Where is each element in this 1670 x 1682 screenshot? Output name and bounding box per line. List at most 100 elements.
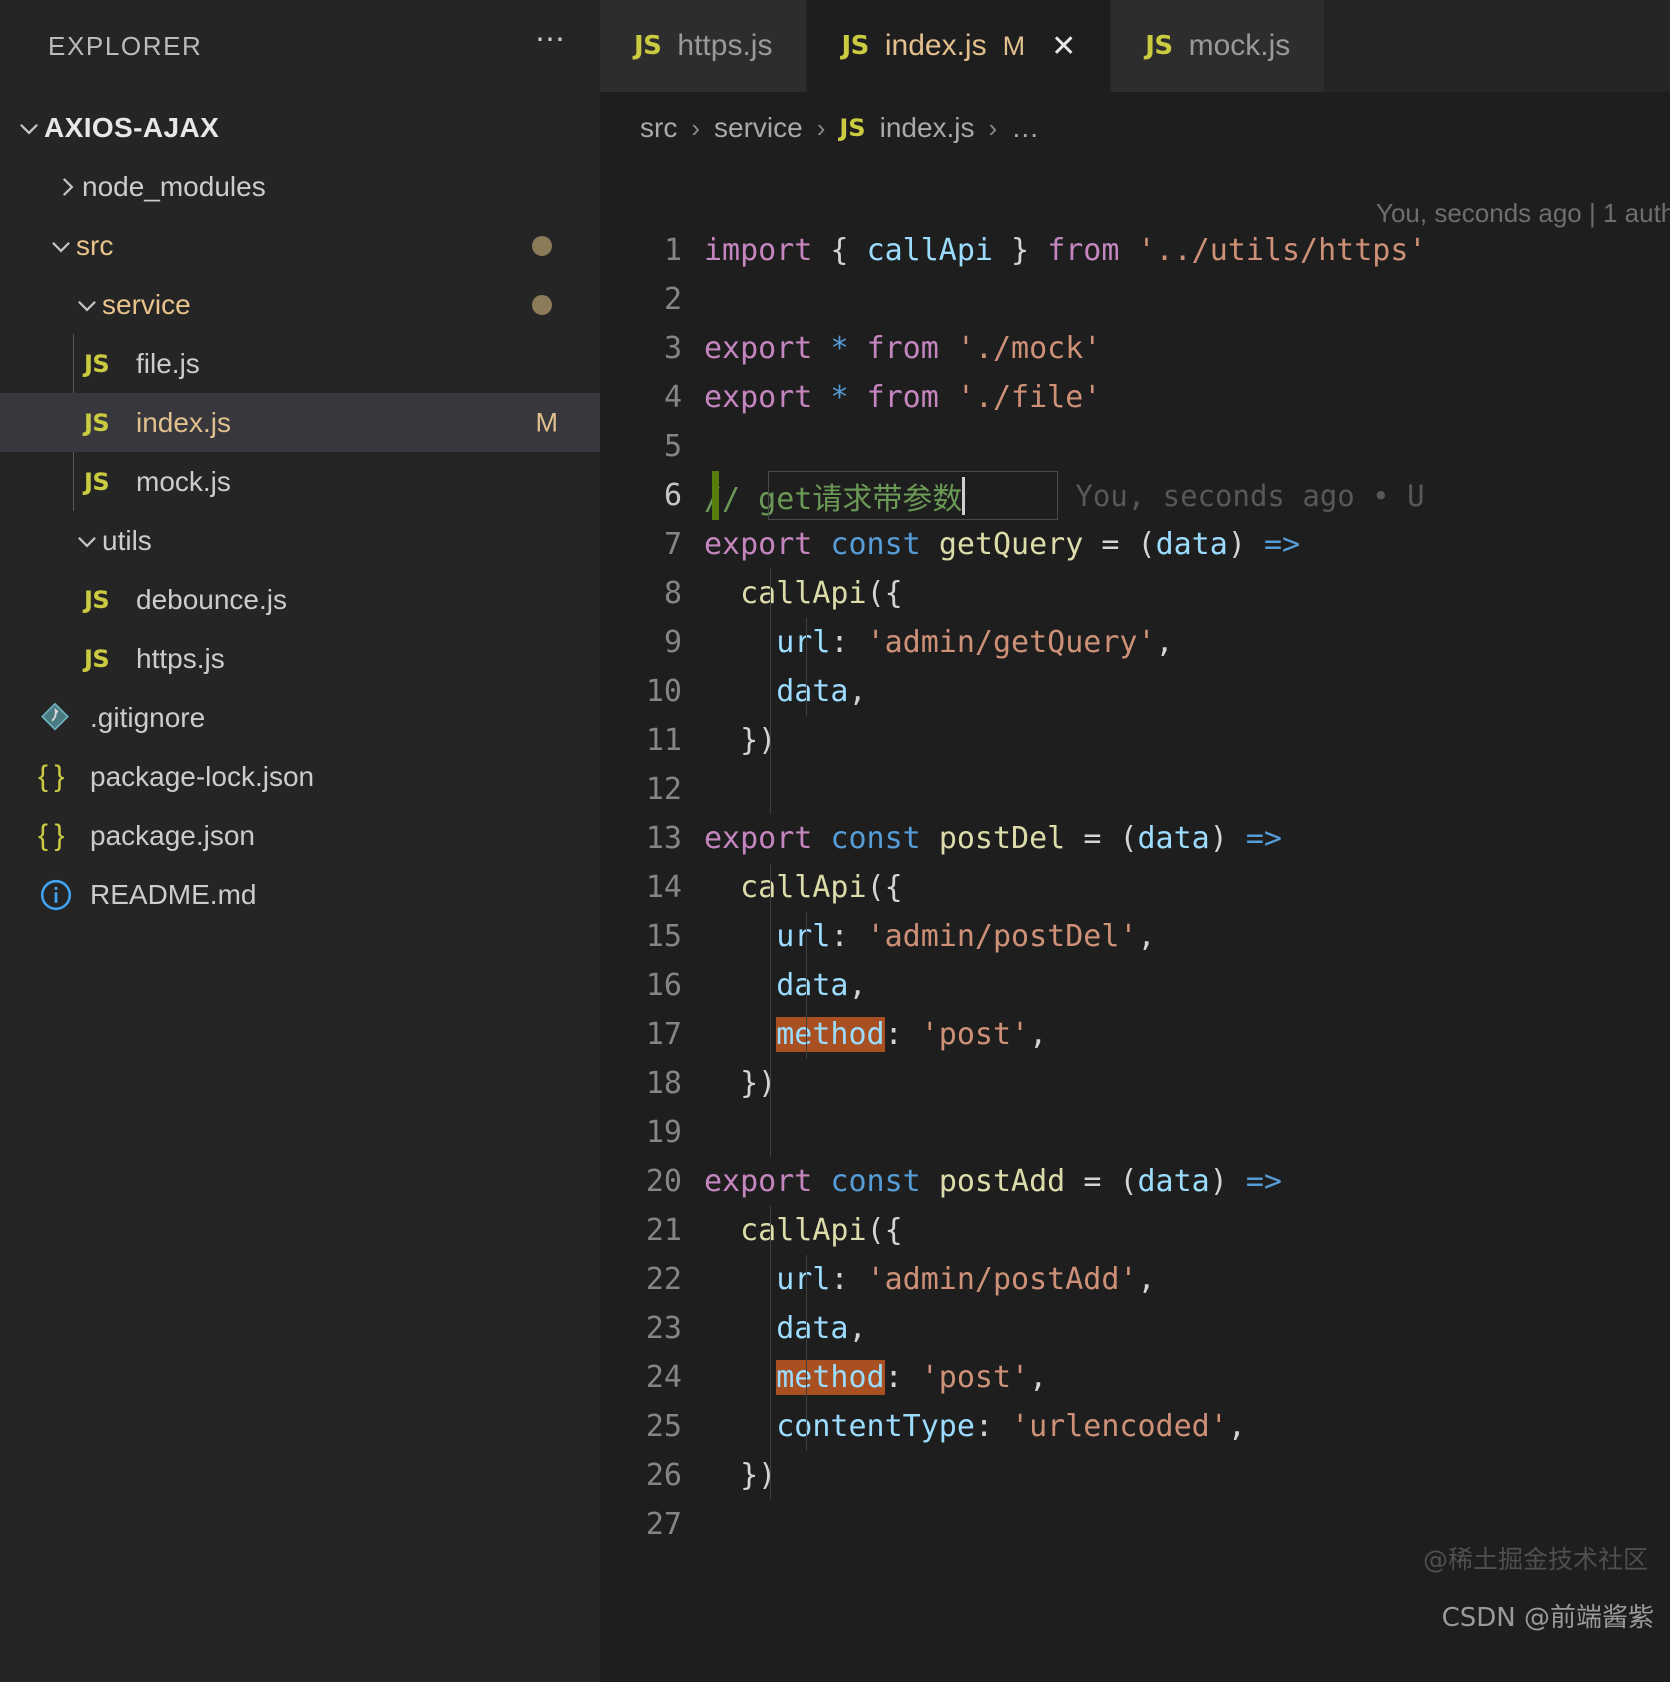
- service-children: JS file.js JS index.js M JS mock.js: [0, 334, 600, 511]
- chevron-down-icon[interactable]: [72, 292, 102, 318]
- line-content: callApi({: [740, 1213, 903, 1248]
- line-content: contentType: 'urlencoded',: [776, 1409, 1246, 1444]
- chevron-down-icon[interactable]: [72, 528, 102, 554]
- indent-guide: [806, 1402, 807, 1451]
- js-icon: JS: [84, 349, 110, 378]
- line-number: 24: [645, 1360, 682, 1395]
- chevron-down-icon[interactable]: [14, 115, 44, 141]
- tree-item-label: README.md: [90, 878, 257, 910]
- tree-item-gitignore[interactable]: .gitignore: [0, 688, 600, 747]
- close-icon[interactable]: ✕: [1051, 29, 1076, 64]
- indent-guide: [770, 765, 771, 814]
- code-line[interactable]: 20 export const postAdd = (data) =>: [600, 1157, 1670, 1206]
- search-match-highlight: method: [776, 1360, 885, 1395]
- chevron-down-icon[interactable]: [46, 233, 76, 259]
- code-line[interactable]: 5: [600, 422, 1670, 471]
- line-content: data,: [776, 1311, 867, 1346]
- code-line[interactable]: 1 import { callApi } from '../utils/http…: [600, 226, 1670, 275]
- code-line[interactable]: 4 export * from './file': [600, 373, 1670, 422]
- code-lines: 1 import { callApi } from '../utils/http…: [600, 226, 1670, 1549]
- indent-guide: [770, 912, 771, 961]
- code-line[interactable]: 17 method: 'post',: [600, 1010, 1670, 1059]
- code-line[interactable]: 19: [600, 1108, 1670, 1157]
- code-line[interactable]: 14 callApi({: [600, 863, 1670, 912]
- code-line[interactable]: 2: [600, 275, 1670, 324]
- indent-guide: [770, 1108, 771, 1157]
- line-number: 11: [645, 723, 682, 758]
- code-line[interactable]: 24 method: 'post',: [600, 1353, 1670, 1402]
- json-icon: { }: [38, 759, 64, 793]
- code-line[interactable]: 15 url: 'admin/postDel',: [600, 912, 1670, 961]
- ellipsis-icon[interactable]: ⋯: [535, 25, 568, 59]
- breadcrumb-item-symbols[interactable]: …: [1011, 112, 1039, 144]
- indent-guide: [770, 1402, 771, 1451]
- tree-item-mock-js[interactable]: JS mock.js: [0, 452, 600, 511]
- code-line[interactable]: 8 callApi({: [600, 569, 1670, 618]
- js-icon: JS: [634, 31, 662, 61]
- line-number: 26: [645, 1458, 682, 1493]
- tree-item-label: src: [76, 229, 114, 261]
- code-line[interactable]: 16 data,: [600, 961, 1670, 1010]
- code-line[interactable]: 9 url: 'admin/getQuery',: [600, 618, 1670, 667]
- tree-item-https-js[interactable]: JS https.js: [0, 629, 600, 688]
- code-line[interactable]: 11 }): [600, 716, 1670, 765]
- line-number: 22: [645, 1262, 682, 1297]
- line-number: 27: [645, 1507, 682, 1542]
- tree-item-service[interactable]: service: [0, 275, 600, 334]
- tree-item-src[interactable]: src: [0, 216, 600, 275]
- breadcrumb-item-src[interactable]: src: [640, 112, 677, 144]
- indent-guide: [770, 1010, 771, 1059]
- code-line[interactable]: 22 url: 'admin/postAdd',: [600, 1255, 1670, 1304]
- tab-index-js[interactable]: JS index.js M ✕: [807, 0, 1112, 92]
- js-icon: JS: [84, 644, 110, 673]
- code-line[interactable]: 12: [600, 765, 1670, 814]
- breadcrumb-item-index-js[interactable]: index.js: [880, 112, 975, 144]
- code-line[interactable]: 10 data,: [600, 667, 1670, 716]
- line-content: export * from './file': [704, 380, 1102, 415]
- line-content: url: 'admin/postAdd',: [776, 1262, 1156, 1297]
- tree-item-axios-ajax[interactable]: AXIOS-AJAX: [0, 98, 600, 157]
- chevron-right-icon: ›: [816, 112, 826, 143]
- tree-item-package-json[interactable]: { } package.json: [0, 806, 600, 865]
- tree-item-utils[interactable]: utils: [0, 511, 600, 570]
- line-content: callApi({: [740, 576, 903, 611]
- code-line[interactable]: 13 export const postDel = (data) =>: [600, 814, 1670, 863]
- tab-modified-badge: M: [1002, 30, 1026, 61]
- line-number: 14: [645, 870, 682, 905]
- tree-item-readme-md[interactable]: README.md: [0, 865, 600, 924]
- code-line[interactable]: 7 export const getQuery = (data) =>: [600, 520, 1670, 569]
- indent-guide: [770, 667, 771, 716]
- tree-item-node-modules[interactable]: node_modules: [0, 157, 600, 216]
- code-line[interactable]: 23 data,: [600, 1304, 1670, 1353]
- indent-guide: [770, 618, 771, 667]
- tree-item-file-js[interactable]: JS file.js: [0, 334, 600, 393]
- tab-mock-js[interactable]: JS mock.js: [1111, 0, 1326, 92]
- code-line-current[interactable]: 6 // get请求带参数 You, seconds ago • U: [600, 471, 1670, 520]
- watermark-juejin: @稀土掘金技术社区: [1422, 1545, 1648, 1574]
- code-line[interactable]: 3 export * from './mock': [600, 324, 1670, 373]
- tree-item-package-lock-json[interactable]: { } package-lock.json: [0, 747, 600, 806]
- code-line[interactable]: 18 }): [600, 1059, 1670, 1108]
- line-number: 6: [663, 478, 682, 513]
- breadcrumb-item-service[interactable]: service: [714, 112, 803, 144]
- json-icon: { }: [38, 818, 64, 852]
- tree-item-debounce-js[interactable]: JS debounce.js: [0, 570, 600, 629]
- code-line[interactable]: 21 callApi({: [600, 1206, 1670, 1255]
- editor-area: JS https.js JS index.js M ✕ JS mock.js s…: [600, 0, 1670, 1682]
- indent-guide: [770, 961, 771, 1010]
- indent-guide: [806, 1010, 807, 1059]
- tree-item-index-js[interactable]: JS index.js M: [0, 393, 600, 452]
- code-editor[interactable]: You, seconds ago | 1 author (You) 1 impo…: [600, 164, 1670, 1682]
- indent-guide: [770, 1059, 771, 1108]
- tree-item-label: AXIOS-AJAX: [44, 111, 220, 143]
- gutter-change-indicator: [712, 471, 719, 520]
- indent-guide: [806, 1304, 807, 1353]
- code-line[interactable]: 26 }): [600, 1451, 1670, 1500]
- tab-label: mock.js: [1188, 29, 1291, 62]
- chevron-right-icon[interactable]: [52, 174, 82, 200]
- code-line[interactable]: 25 contentType: 'urlencoded',: [600, 1402, 1670, 1451]
- indent-guide: [770, 716, 771, 765]
- tab-https-js[interactable]: JS https.js: [600, 0, 808, 92]
- line-content: method: 'post',: [776, 1017, 1048, 1052]
- line-number: 21: [645, 1213, 682, 1248]
